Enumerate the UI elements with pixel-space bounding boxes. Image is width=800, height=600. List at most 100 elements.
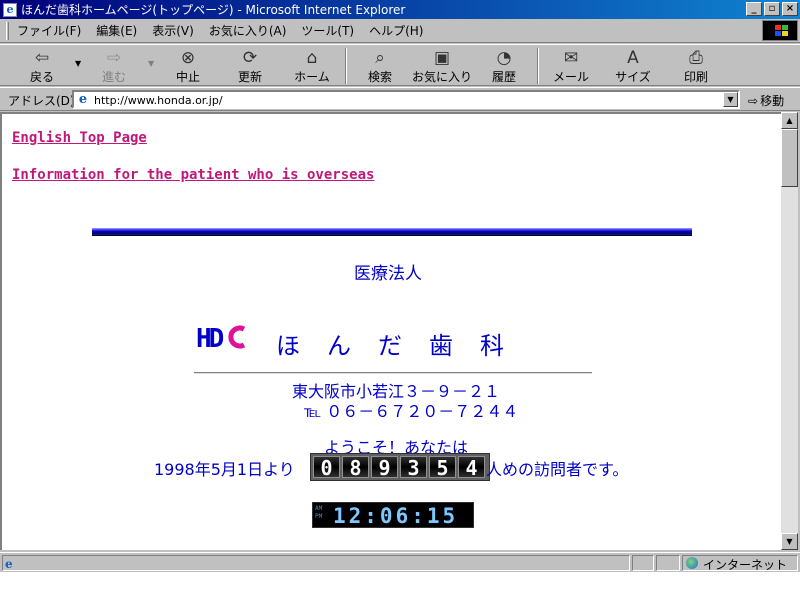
back-button[interactable]: ⇦ 戻る	[14, 48, 70, 84]
scroll-down-arrow-icon[interactable]: ▼	[781, 533, 798, 550]
counter-digit: 5	[429, 456, 456, 479]
toolbar-separator	[537, 48, 539, 84]
forward-arrow-icon: ⇨	[106, 48, 122, 68]
visitor-counter: 0 8 9 3 5 4	[310, 453, 490, 481]
clinic-name: ほんだ歯科	[276, 332, 531, 360]
blue-divider	[92, 228, 692, 236]
mail-button[interactable]: ✉ メール	[543, 48, 599, 84]
favorites-button[interactable]: ▣ お気に入り	[412, 48, 472, 84]
history-icon: ◔	[496, 48, 512, 68]
search-button[interactable]: ⌕ 検索	[352, 48, 408, 84]
clinic-phone: ℡ ０６－６７２０－７２４４	[304, 402, 519, 421]
title-bar: e ほんだ歯科ホームページ(トップページ) - Microsoft Intern…	[0, 0, 800, 19]
mail-label: メール	[552, 70, 589, 84]
tooth-c-icon	[228, 325, 246, 349]
menu-tools[interactable]: ツール(T)	[301, 22, 354, 39]
desktop-strip	[0, 572, 800, 600]
print-button[interactable]: ⎙ 印刷	[668, 48, 724, 84]
security-zone-pane: インターネット	[682, 555, 798, 572]
go-arrow-icon: ⇨	[748, 94, 759, 108]
size-button[interactable]: A サイズ	[605, 48, 661, 84]
status-pane	[632, 555, 654, 571]
address-label: アドレス(D)	[8, 94, 75, 108]
home-icon: ⌂	[306, 48, 318, 68]
page-content: English Top Page Information for the pat…	[0, 112, 781, 550]
gray-divider	[194, 372, 592, 374]
windows-logo-icon	[762, 20, 798, 41]
address-bar: アドレス(D) e ▼ ⇨移動	[0, 87, 800, 111]
menu-help[interactable]: ヘルプ(H)	[369, 22, 423, 39]
printer-icon: ⎙	[689, 48, 703, 68]
refresh-icon: ⟳	[242, 48, 258, 68]
stop-label: 中止	[175, 70, 200, 84]
pm-label: PM	[315, 513, 323, 520]
window-title: ほんだ歯科ホームページ(トップページ) - Microsoft Internet…	[21, 3, 406, 17]
menu-bar: ファイル(F) 編集(E) 表示(V) お気に入り(A) ツール(T) ヘルプ(…	[0, 19, 800, 43]
counter-digit: 4	[458, 456, 485, 479]
status-bar: e インターネット	[0, 552, 800, 572]
forward-button[interactable]: ⇨ 進む	[86, 48, 142, 84]
logo-letters: HD	[196, 324, 224, 354]
history-label: 履歴	[491, 70, 516, 84]
scroll-thumb[interactable]	[781, 129, 798, 187]
stop-button[interactable]: ⊗ 中止	[160, 48, 216, 84]
search-icon: ⌕	[375, 48, 385, 68]
menu-favorites[interactable]: お気に入り(A)	[209, 22, 287, 39]
clock-time: 12:06:15	[333, 504, 459, 528]
since-date: 1998年5月1日より	[154, 460, 295, 479]
menu-grip[interactable]	[6, 21, 9, 40]
menu-view[interactable]: 表示(V)	[152, 22, 194, 39]
refresh-button[interactable]: ⟳ 更新	[222, 48, 278, 84]
forward-label: 進む	[101, 70, 126, 84]
stop-icon: ⊗	[180, 48, 196, 68]
status-main-pane: e	[2, 555, 630, 571]
print-label: 印刷	[683, 70, 708, 84]
counter-digit: 3	[400, 456, 427, 479]
overseas-patient-link[interactable]: Information for the patient who is overs…	[12, 167, 374, 183]
font-size-icon: A	[627, 48, 639, 68]
address-dropdown-icon[interactable]: ▼	[723, 92, 738, 107]
digital-clock: AM PM 12:06:15	[312, 502, 474, 528]
org-type: 医療法人	[354, 264, 422, 284]
favorites-label: お気に入り	[412, 70, 473, 84]
minimize-button[interactable]: _	[746, 2, 762, 16]
visitor-suffix: 人めの訪問者です。	[486, 460, 629, 479]
search-label: 検索	[367, 70, 392, 84]
zone-label: インターネット	[703, 558, 788, 572]
forward-dropdown-icon[interactable]: ▼	[148, 59, 154, 68]
restore-button[interactable]: ▫	[764, 2, 780, 16]
clinic-logo: HD ほんだ歯科	[196, 324, 596, 364]
back-label: 戻る	[29, 70, 54, 84]
counter-digit: 9	[371, 456, 398, 479]
refresh-label: 更新	[237, 70, 262, 84]
menu-edit[interactable]: 編集(E)	[96, 22, 137, 39]
vertical-scrollbar[interactable]: ▲ ▼	[781, 112, 798, 550]
address-field[interactable]: e ▼	[72, 90, 740, 109]
ie-logo-icon: e	[3, 2, 17, 17]
close-button[interactable]: ×	[782, 2, 798, 16]
scroll-up-arrow-icon[interactable]: ▲	[781, 112, 798, 129]
go-button[interactable]: ⇨ 移動	[748, 92, 784, 109]
toolbar: ⇦ 戻る ▼ ⇨ 進む ▼ ⊗ 中止 ⟳ 更新 ⌂ ホーム ⌕ 検索 ▣ お気に…	[0, 44, 800, 86]
am-pm-indicator: AM PM	[315, 505, 322, 521]
back-dropdown-icon[interactable]: ▼	[75, 59, 81, 68]
mail-icon: ✉	[563, 48, 579, 68]
home-button[interactable]: ⌂ ホーム	[284, 48, 340, 84]
counter-digit: 0	[313, 456, 340, 479]
status-pane	[656, 555, 680, 571]
home-label: ホーム	[294, 70, 330, 84]
history-button[interactable]: ◔ 履歴	[476, 48, 532, 84]
page-status-icon: e	[5, 557, 13, 571]
toolbar-separator	[345, 48, 347, 84]
am-label: AM	[315, 505, 323, 512]
menu-file[interactable]: ファイル(F)	[17, 22, 81, 39]
size-label: サイズ	[615, 70, 651, 84]
english-top-page-link[interactable]: English Top Page	[12, 130, 147, 146]
page-icon: e	[78, 92, 88, 107]
favorites-folder-icon: ▣	[433, 48, 451, 68]
go-label: 移動	[760, 94, 785, 108]
window-controls: _ ▫ ×	[744, 2, 798, 16]
globe-icon	[686, 557, 698, 569]
counter-digit: 8	[342, 456, 369, 479]
url-input[interactable]	[94, 93, 714, 107]
